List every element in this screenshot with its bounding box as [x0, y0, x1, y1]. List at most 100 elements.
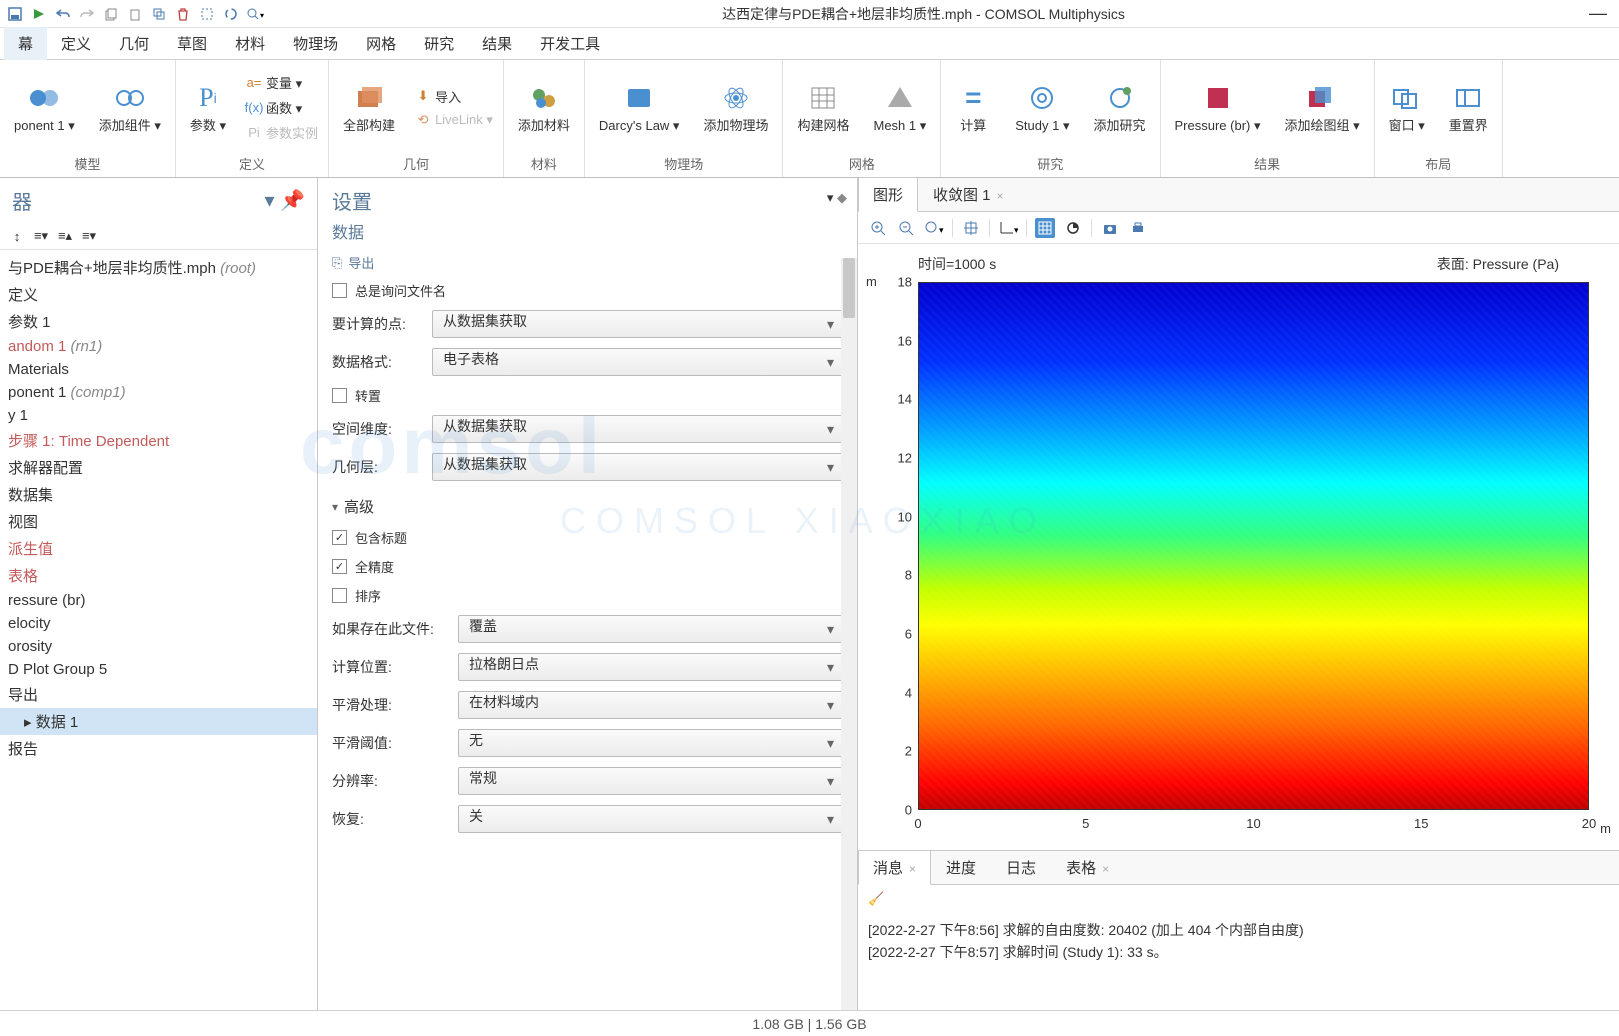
add-component-button[interactable]: 添加组件 ▾: [89, 76, 171, 138]
menu-devtools[interactable]: 开发工具: [526, 27, 614, 60]
transpose-checkbox[interactable]: [332, 388, 347, 403]
tree-item[interactable]: 派生值: [0, 535, 317, 562]
tree-item[interactable]: 步骤 1: Time Dependent: [0, 427, 317, 454]
resolution-select[interactable]: 常规: [458, 767, 843, 795]
tree-item[interactable]: 表格: [0, 562, 317, 589]
grid-icon[interactable]: [1035, 218, 1055, 238]
tree-item[interactable]: ▸ 数据 1: [0, 708, 317, 735]
recover-select[interactable]: 关: [458, 805, 843, 833]
functions-item[interactable]: f(x)函数 ▾: [244, 96, 320, 119]
windows-button[interactable]: 窗口 ▾: [1379, 76, 1435, 138]
settings-scrollbar[interactable]: [841, 258, 857, 1010]
eval-pos-select[interactable]: 拉格朗日点: [458, 653, 843, 681]
add-plot-group-button[interactable]: 添加绘图组 ▾: [1275, 76, 1370, 138]
tree-item[interactable]: andom 1 (rn1): [0, 335, 317, 358]
tree-item[interactable]: y 1: [0, 404, 317, 427]
tree-item[interactable]: ponent 1 (comp1): [0, 381, 317, 404]
darcy-law-button[interactable]: Darcy's Law ▾: [589, 76, 690, 138]
tree-item[interactable]: orosity: [0, 635, 317, 658]
include-header-checkbox[interactable]: [332, 530, 347, 545]
save-icon[interactable]: [6, 5, 24, 23]
menu-physics[interactable]: 物理场: [279, 27, 352, 60]
full-precision-checkbox[interactable]: [332, 559, 347, 574]
menu-geometry[interactable]: 几何: [105, 27, 163, 60]
tab-convergence[interactable]: 收敛图 1×: [918, 177, 1019, 212]
tab-graphics[interactable]: 图形: [858, 177, 918, 212]
variables-item[interactable]: a=变量 ▾: [244, 71, 320, 94]
tree-item[interactable]: 视图: [0, 508, 317, 535]
menu-results[interactable]: 结果: [468, 27, 526, 60]
run-icon[interactable]: [30, 5, 48, 23]
compute-button[interactable]: = 计算: [945, 76, 1001, 138]
plot-area[interactable]: 时间=1000 s 表面: Pressure (Pa) m 1816141210…: [858, 244, 1619, 850]
paste-icon[interactable]: [126, 5, 144, 23]
parameters-button[interactable]: Pi 参数 ▾: [180, 76, 236, 138]
tree-item[interactable]: D Plot Group 5: [0, 658, 317, 681]
smoothing-select[interactable]: 在材料域内: [458, 691, 843, 719]
expand3-icon[interactable]: ≡▾: [80, 227, 98, 245]
zoom-out-icon[interactable]: [896, 218, 916, 238]
menu-definitions[interactable]: 定义: [47, 27, 105, 60]
menu-materials[interactable]: 材料: [221, 27, 279, 60]
component-button[interactable]: ponent 1 ▾: [4, 76, 85, 138]
zoom-in-icon[interactable]: [868, 218, 888, 238]
menu-study[interactable]: 研究: [410, 27, 468, 60]
sort-checkbox[interactable]: [332, 588, 347, 603]
build-mesh-button[interactable]: 构建网格: [787, 76, 859, 138]
close-icon[interactable]: ×: [1102, 862, 1109, 876]
zoom-extents-icon[interactable]: [961, 218, 981, 238]
zoom-box-icon[interactable]: ▾: [924, 218, 944, 238]
add-physics-button[interactable]: 添加物理场: [693, 76, 778, 138]
livelink-item[interactable]: ⟲LiveLink ▾: [413, 110, 495, 130]
tree-item[interactable]: 定义: [0, 281, 317, 308]
expand-icon[interactable]: ≡▾: [32, 227, 50, 245]
plot-canvas[interactable]: [918, 282, 1589, 810]
geom-level-select[interactable]: 从数据集获取: [432, 453, 843, 481]
pin-icon[interactable]: ◆: [837, 190, 847, 205]
select-icon[interactable]: [198, 5, 216, 23]
import-item[interactable]: ⬇导入: [413, 85, 495, 108]
always-ask-filename-checkbox[interactable]: [332, 283, 347, 298]
reset-layout-button[interactable]: 重置界: [1439, 76, 1498, 138]
tab-progress[interactable]: 进度: [931, 850, 991, 885]
tree-item[interactable]: 报告: [0, 735, 317, 762]
export-button[interactable]: ⎘ 导出: [332, 249, 843, 276]
model-tree[interactable]: 与PDE耦合+地层非均质性.mph (root)定义参数 1andom 1 (r…: [0, 250, 317, 1010]
tree-item[interactable]: Materials: [0, 358, 317, 381]
add-material-button[interactable]: 添加材料: [508, 76, 580, 138]
tab-log[interactable]: 日志: [991, 850, 1051, 885]
refresh-icon[interactable]: [222, 5, 240, 23]
zoom-dropdown-icon[interactable]: ▾: [246, 5, 264, 23]
tree-item[interactable]: ressure (br): [0, 589, 317, 612]
add-study-button[interactable]: 添加研究: [1084, 76, 1156, 138]
param-case-item[interactable]: Pi参数实例: [244, 121, 320, 144]
panel-menu-icon[interactable]: ▾: [827, 190, 834, 205]
tree-item[interactable]: elocity: [0, 612, 317, 635]
tree-item[interactable]: 数据集: [0, 481, 317, 508]
space-dim-select[interactable]: 从数据集获取: [432, 415, 843, 443]
collapse-icon[interactable]: ↕: [8, 227, 26, 245]
close-icon[interactable]: ×: [997, 189, 1004, 203]
smooth-thresh-select[interactable]: 无: [458, 729, 843, 757]
menu-sketch[interactable]: 草图: [163, 27, 221, 60]
minimize-icon[interactable]: —: [1589, 3, 1607, 24]
undo-icon[interactable]: [54, 5, 72, 23]
axis-icon[interactable]: ▾: [998, 218, 1018, 238]
delete-icon[interactable]: [174, 5, 192, 23]
broom-icon[interactable]: 🧹: [868, 891, 884, 906]
points-to-compute-select[interactable]: 从数据集获取: [432, 310, 843, 338]
pin-icon[interactable]: 📌: [280, 190, 305, 212]
menu-file[interactable]: 幕: [4, 27, 47, 60]
print-icon[interactable]: [1128, 218, 1148, 238]
snapshot-icon[interactable]: [1100, 218, 1120, 238]
advanced-section-head[interactable]: 高级: [332, 486, 843, 523]
data-format-select[interactable]: 电子表格: [432, 348, 843, 376]
study-1-button[interactable]: Study 1 ▾: [1005, 76, 1079, 138]
tree-item[interactable]: 导出: [0, 681, 317, 708]
copy-icon[interactable]: [102, 5, 120, 23]
tab-messages[interactable]: 消息×: [858, 850, 931, 885]
build-all-button[interactable]: 全部构建: [333, 76, 405, 138]
duplicate-icon[interactable]: [150, 5, 168, 23]
panel-menu-icon[interactable]: ▾: [264, 190, 274, 212]
mesh-1-button[interactable]: Mesh 1 ▾: [863, 76, 936, 138]
